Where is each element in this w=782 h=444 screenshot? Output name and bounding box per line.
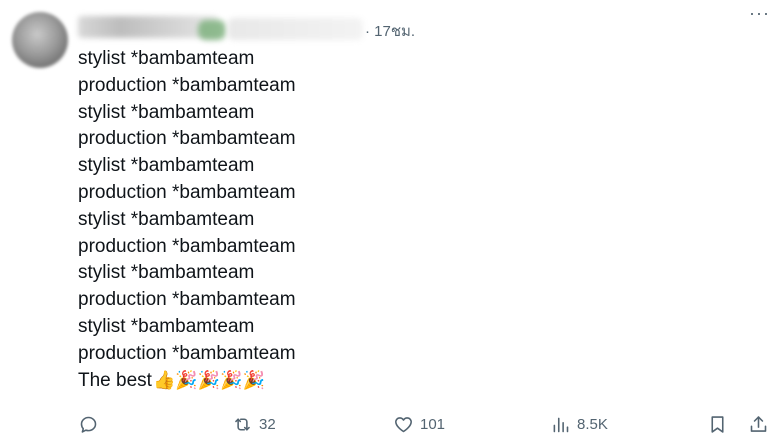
views-chart-icon [553, 417, 569, 432]
more-icon[interactable]: ··· [749, 4, 770, 22]
post-text-last-line: The best 👍🎉🎉🎉🎉 [78, 368, 768, 395]
avatar[interactable] [12, 12, 68, 68]
post-text-line: production *bambamteam [78, 235, 296, 257]
repost-count: 32 [259, 415, 276, 433]
post-text-line: production *bambamteam [78, 289, 296, 311]
post-text-line: stylist *bambamteam [78, 315, 255, 337]
post-text-line: production *bambamteam [78, 128, 296, 150]
post-text-line: stylist *bambamteam [78, 155, 255, 177]
bookmark-button[interactable] [707, 410, 728, 438]
like-button[interactable]: 101 [393, 410, 445, 438]
heart-icon [395, 416, 412, 432]
reply-icon [80, 416, 97, 433]
post-timestamp[interactable]: · 17ชม. [365, 19, 415, 43]
emoji-thumbs-party: 👍🎉🎉🎉🎉 [152, 369, 265, 391]
author-handle-redacted[interactable] [228, 18, 363, 40]
post-text-line: stylist *bambamteam [78, 262, 255, 284]
views-button[interactable]: 8.5K [550, 410, 608, 438]
post-actions: 32 101 8.5K [78, 410, 782, 438]
post[interactable]: · 17ชม. ··· stylist *bambamteam producti… [0, 0, 782, 444]
post-text-line: production *bambamteam [78, 181, 296, 203]
like-count: 101 [420, 415, 446, 433]
bookmark-icon [711, 415, 724, 433]
repost-icon [235, 417, 250, 431]
post-text-line: production *bambamteam [78, 342, 296, 364]
post-text-line: production *bambamteam [78, 74, 296, 96]
post-text-line: stylist *bambamteam [78, 101, 255, 123]
share-icon [750, 415, 767, 432]
reply-button[interactable] [78, 410, 105, 438]
post-text-line: stylist *bambamteam [78, 208, 255, 230]
post-body: stylist *bambamteam production *bambamte… [78, 46, 768, 394]
post-header: · 17ชม. [78, 16, 778, 44]
views-count: 8.5K [577, 415, 608, 433]
repost-button[interactable]: 32 [232, 410, 276, 438]
post-text-line: stylist *bambamteam [78, 48, 255, 69]
author-name-redacted[interactable] [78, 16, 218, 38]
author-badge-redacted [198, 20, 226, 40]
share-button[interactable] [748, 410, 769, 438]
post-text-the-best: The best [78, 369, 152, 391]
